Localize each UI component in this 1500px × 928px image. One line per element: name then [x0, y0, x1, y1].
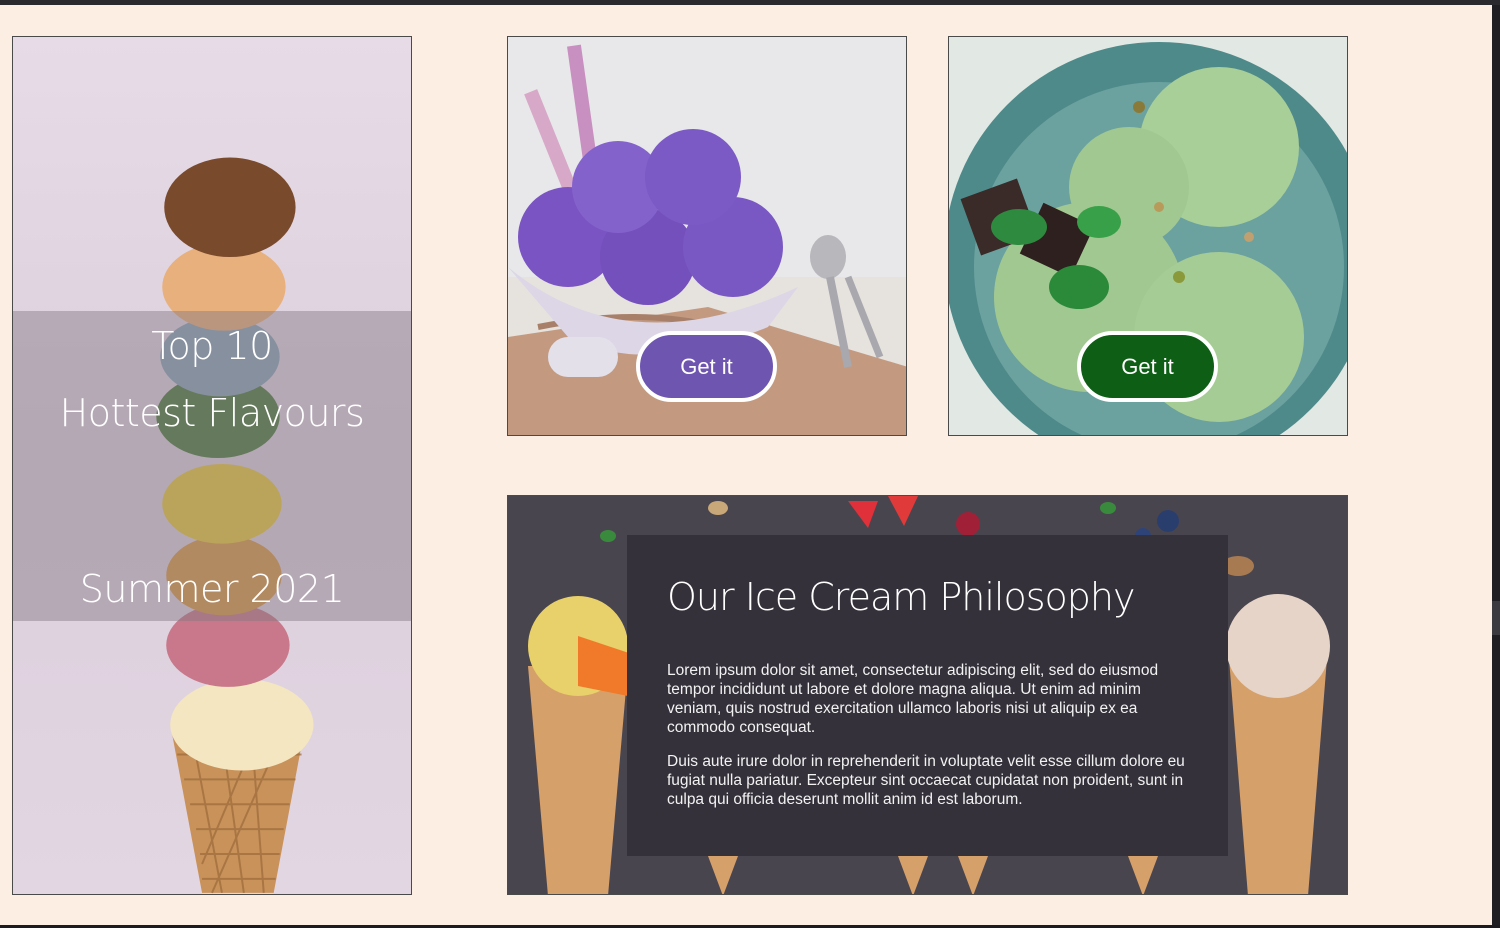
hero-subtitle: Summer 2021	[79, 567, 345, 611]
page: Top 10 Hottest Flavours Summer 2021 Get …	[0, 5, 1492, 925]
get-it-button-label: Get it	[1121, 353, 1174, 379]
philosophy-card: Our Ice Cream Philosophy Lorem ipsum dol…	[507, 495, 1348, 895]
window-edge	[1492, 5, 1500, 925]
get-it-button-label: Get it	[680, 353, 733, 379]
get-it-button-green[interactable]: Get it	[1077, 331, 1218, 402]
philosophy-paragraph-1: Lorem ipsum dolor sit amet, consectetur …	[667, 662, 1159, 736]
philosophy-title: Our Ice Cream Philosophy	[667, 575, 1135, 619]
purple-ice-cream-card: Get it	[507, 36, 907, 436]
hero-card: Top 10 Hottest Flavours Summer 2021	[12, 36, 412, 895]
philosophy-paragraph-2: Duis aute irure dolor in reprehenderit i…	[667, 753, 1185, 808]
get-it-button-purple[interactable]: Get it	[636, 331, 777, 402]
hero-title-line2: Hottest Flavours	[59, 391, 365, 435]
philosophy-panel: Our Ice Cream Philosophy Lorem ipsum dol…	[627, 535, 1228, 856]
hero-title-line1: Top 10	[151, 324, 273, 368]
green-ice-cream-card: Get it	[948, 36, 1348, 436]
